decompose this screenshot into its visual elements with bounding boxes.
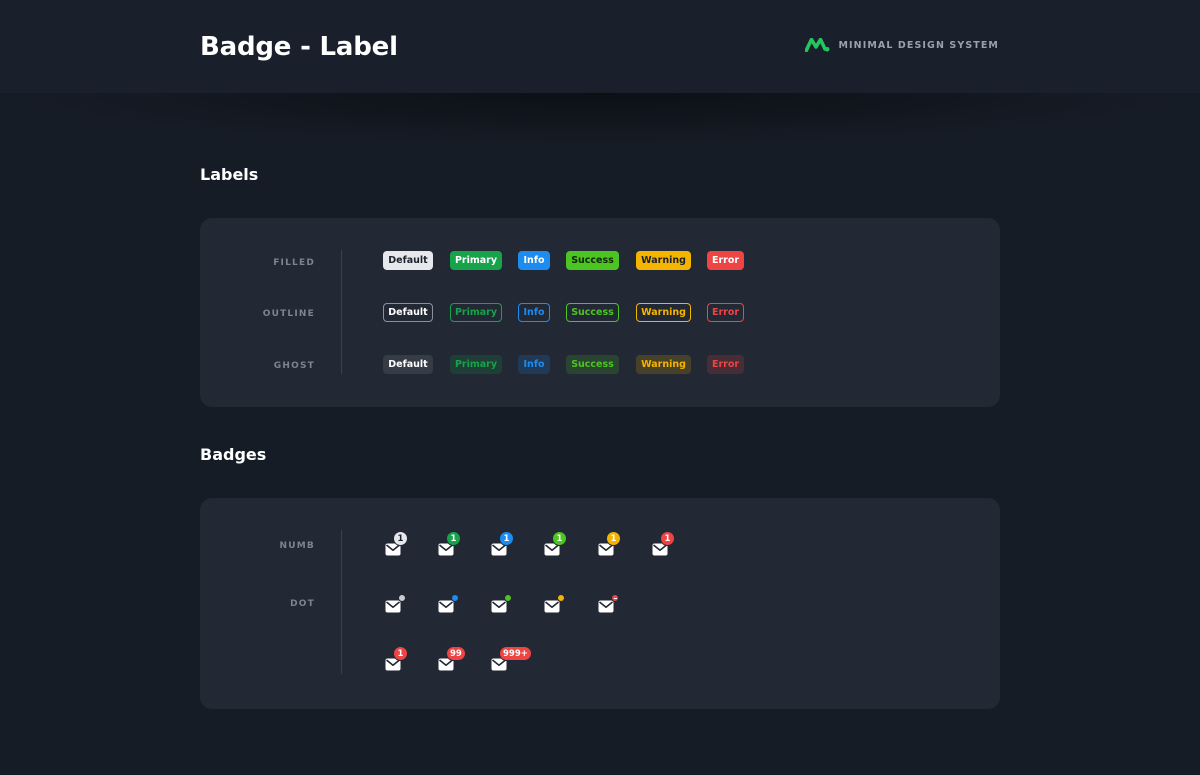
count-badge-info: 1 xyxy=(499,531,514,546)
mail-item-dot-warning[interactable] xyxy=(544,600,560,613)
badges-divider xyxy=(341,530,342,674)
row-label-numb: NUMB xyxy=(279,541,315,551)
outline-label-error: Error xyxy=(707,303,744,322)
count-badge-error: 1 xyxy=(660,531,675,546)
ghost-label-warning: Warning xyxy=(636,355,691,374)
page-header xyxy=(0,0,1200,93)
mail-item-dot-error[interactable] xyxy=(598,600,614,613)
brand-logo-icon xyxy=(805,38,830,52)
filled-label-primary: Primary xyxy=(450,251,502,270)
dot-badge-default xyxy=(398,594,406,602)
row-label-filled: FILLED xyxy=(273,258,315,268)
outline-label-success: Success xyxy=(566,303,619,322)
filled-label-error: Error xyxy=(707,251,744,270)
count-badge-primary: 1 xyxy=(446,531,461,546)
mail-icon xyxy=(491,600,507,613)
count-badge-success: 1 xyxy=(552,531,567,546)
dot-badge-warning xyxy=(557,594,565,602)
count-badge-overflow-1: 99 xyxy=(446,646,466,661)
count-badge-default: 1 xyxy=(393,531,408,546)
mail-icon xyxy=(438,600,454,613)
dot-badge-success xyxy=(504,594,512,602)
labels-divider xyxy=(341,250,342,374)
mail-item-dot-info[interactable] xyxy=(438,600,454,613)
mail-item-dot-success[interactable] xyxy=(491,600,507,613)
minus-icon xyxy=(614,597,617,599)
ghost-label-info: Info xyxy=(518,355,550,374)
mail-item-dot-default[interactable] xyxy=(385,600,401,613)
count-badge-overflow-0: 1 xyxy=(393,646,408,661)
row-label-dot: DOT xyxy=(290,599,315,609)
outline-label-info: Info xyxy=(518,303,550,322)
labels-card: FILLED Default Primary Info Success Warning Er… xyxy=(200,218,1000,407)
labels-section-title: Labels xyxy=(200,165,259,184)
filled-label-warning: Warning xyxy=(636,251,691,270)
outline-label-warning: Warning xyxy=(636,303,691,322)
filled-label-default: Default xyxy=(383,251,433,270)
ghost-label-success: Success xyxy=(566,355,619,374)
brand[interactable]: MINIMAL DESIGN SYSTEM xyxy=(805,38,999,52)
dot-badge-info xyxy=(451,594,459,602)
ghost-label-primary: Primary xyxy=(450,355,502,374)
filled-label-success: Success xyxy=(566,251,619,270)
badges-card: NUMB DOT 1 1 1 1 1 1 1 99 999+ xyxy=(200,498,1000,709)
badges-section-title: Badges xyxy=(200,445,267,464)
ghost-label-default: Default xyxy=(383,355,433,374)
dot-badge-error xyxy=(611,594,619,602)
row-label-outline: OUTLINE xyxy=(262,309,315,319)
brand-name: MINIMAL DESIGN SYSTEM xyxy=(838,39,999,51)
mail-icon xyxy=(385,600,401,613)
page-title: Badge - Label xyxy=(200,32,398,62)
filled-label-info: Info xyxy=(518,251,550,270)
count-badge-warning: 1 xyxy=(606,531,621,546)
count-badge-overflow-2: 999+ xyxy=(499,646,532,661)
outline-label-primary: Primary xyxy=(450,303,502,322)
mail-icon xyxy=(544,600,560,613)
row-label-ghost: GHOST xyxy=(273,361,315,371)
header-shadow xyxy=(40,93,1160,143)
outline-label-default: Default xyxy=(383,303,433,322)
mail-icon xyxy=(598,600,614,613)
ghost-label-error: Error xyxy=(707,355,744,374)
